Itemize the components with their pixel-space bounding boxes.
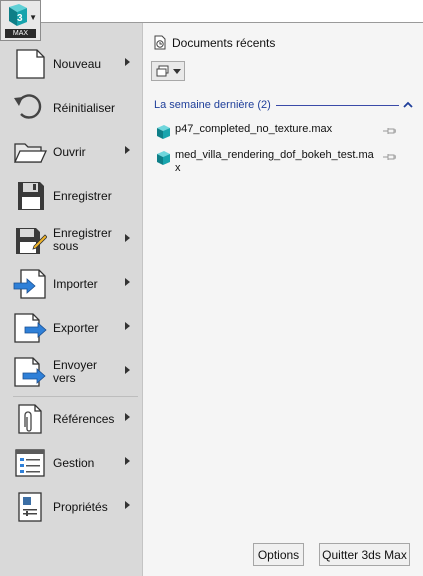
chevron-up-icon[interactable]	[403, 101, 413, 109]
submenu-arrow-icon	[125, 278, 130, 286]
chevron-down-icon: ▼	[29, 13, 37, 22]
recent-group-header[interactable]: La semaine dernière (2)	[154, 99, 413, 113]
submenu-arrow-icon	[125, 58, 130, 66]
menu-item-label: Ouvrir	[53, 144, 86, 159]
max-file-icon	[157, 125, 170, 139]
menu-item-label: Nouveau	[53, 56, 102, 71]
export-icon	[14, 313, 47, 343]
pin-icon[interactable]	[383, 127, 396, 135]
chevron-down-icon	[173, 69, 181, 74]
svg-text:3: 3	[17, 13, 23, 24]
options-button[interactable]: Options	[253, 543, 304, 566]
application-menu-button[interactable]: 3 ▼ MAX	[0, 0, 41, 41]
recent-file-item[interactable]: med_villa_rendering_dof_bokeh_test.max	[156, 149, 411, 179]
view-options-icon	[156, 65, 169, 77]
submenu-arrow-icon	[125, 322, 130, 330]
menu-item-label: Envoyer vers	[53, 358, 98, 385]
recent-file-name: med_villa_rendering_dof_bokeh_test.max	[175, 149, 374, 174]
quit-button[interactable]: Quitter 3ds Max	[319, 543, 410, 566]
menu-item-import[interactable]: Importer	[0, 262, 143, 306]
menu-item-label: Enregistrer	[53, 188, 112, 203]
menu-item-label: Gestion	[53, 455, 95, 470]
send-to-icon	[14, 357, 46, 387]
import-icon	[13, 269, 46, 299]
menu-item-label: Importer	[53, 276, 98, 291]
menu-item-open[interactable]: Ouvrir	[0, 130, 143, 174]
menu-item-export[interactable]: Exporter	[0, 306, 143, 350]
new-document-icon	[16, 49, 45, 79]
submenu-arrow-icon	[125, 146, 130, 154]
menu-item-label: Références	[53, 411, 115, 426]
menu-item-new[interactable]: Nouveau	[0, 42, 143, 86]
application-menu: Nouveau Réinitialiser Ouvrir Enregistrer	[0, 23, 143, 576]
properties-icon	[18, 492, 42, 522]
menu-item-reset[interactable]: Réinitialiser	[0, 86, 143, 130]
menu-item-send-to[interactable]: Envoyer vers	[0, 350, 143, 394]
submenu-arrow-icon	[125, 413, 130, 421]
reset-icon	[14, 94, 42, 119]
menu-item-references[interactable]: Références	[0, 397, 143, 441]
menu-item-label: Exporter	[53, 320, 99, 335]
menu-item-label: Enregistrer sous	[53, 226, 112, 253]
recent-group-label: La semaine dernière (2)	[154, 99, 271, 111]
submenu-arrow-icon	[125, 366, 130, 374]
save-as-icon	[16, 228, 47, 254]
submenu-arrow-icon	[125, 234, 130, 242]
recent-documents-panel: Documents récents La semaine dernière (2…	[143, 23, 423, 576]
menu-item-label: Propriétés	[53, 499, 108, 514]
title-bar	[0, 0, 423, 23]
pin-icon[interactable]	[383, 153, 396, 161]
max-badge: MAX	[5, 29, 36, 38]
menu-item-label: Réinitialiser	[53, 100, 116, 115]
menu-item-manage[interactable]: Gestion	[0, 441, 143, 485]
menu-item-properties[interactable]: Propriétés	[0, 485, 143, 529]
3ds-max-logo-icon: 3	[9, 4, 27, 26]
recent-documents-title: Documents récents	[172, 35, 276, 50]
menu-item-save[interactable]: Enregistrer	[0, 174, 143, 218]
save-disk-icon	[18, 182, 44, 210]
view-options-button[interactable]	[151, 61, 185, 81]
recent-file-item[interactable]: p47_completed_no_texture.max	[156, 123, 411, 141]
group-divider	[276, 105, 399, 106]
manage-icon	[15, 449, 45, 477]
recent-documents-header: Documents récents	[153, 35, 275, 50]
submenu-arrow-icon	[125, 501, 130, 509]
recent-file-name: p47_completed_no_texture.max	[175, 123, 333, 135]
max-file-icon	[157, 151, 170, 165]
recent-documents-icon	[154, 35, 166, 50]
menu-item-save-as[interactable]: Enregistrer sous	[0, 218, 143, 262]
submenu-arrow-icon	[125, 457, 130, 465]
references-icon	[18, 404, 42, 434]
open-folder-icon	[13, 143, 47, 163]
